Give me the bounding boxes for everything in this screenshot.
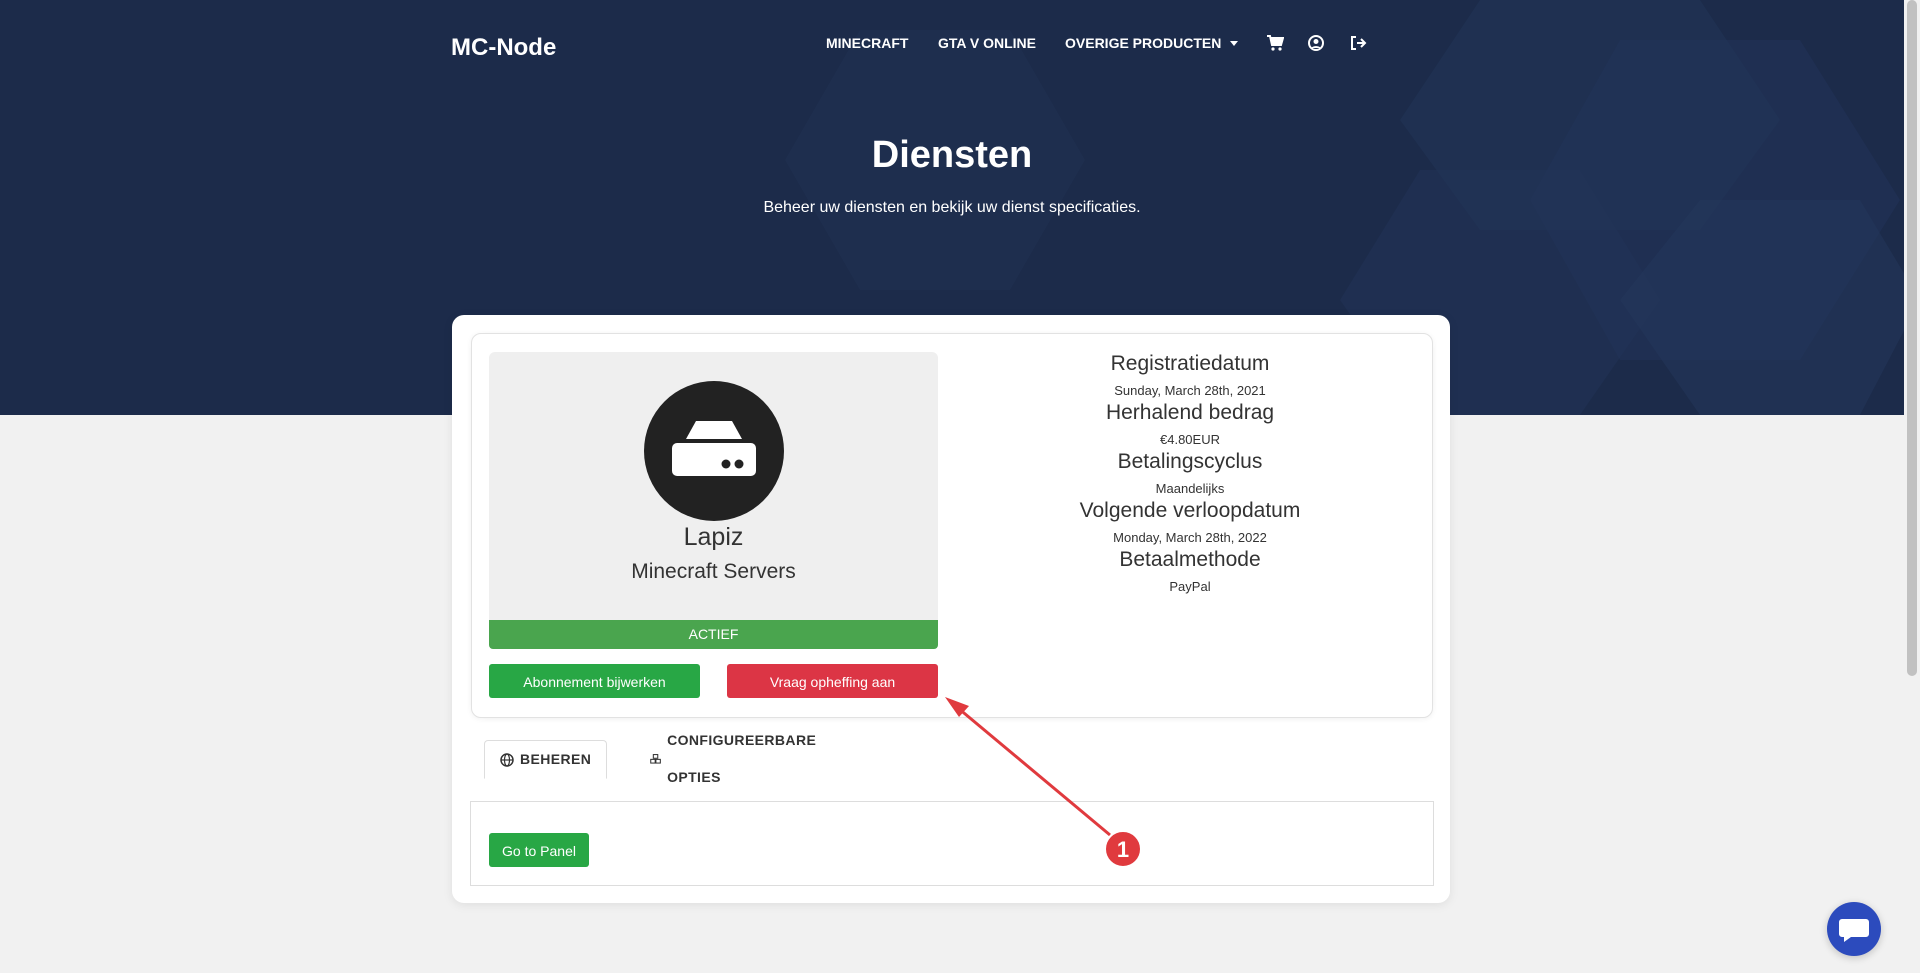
tab-panel-beheren <box>470 801 1434 886</box>
chat-widget-button[interactable] <box>1827 902 1881 956</box>
globe-icon <box>500 752 514 767</box>
tab-label: BEHEREN <box>520 751 592 767</box>
nav-label: OVERIGE PRODUCTEN <box>1065 35 1222 51</box>
detail-label: Betalingscyclus <box>1117 450 1263 473</box>
nav-gta-v-online[interactable]: GTA V ONLINE <box>938 35 1036 53</box>
tab-beheren[interactable]: BEHEREN <box>484 740 608 779</box>
nav-label: MINECRAFT <box>826 35 909 51</box>
tab-label: CONFIGUREERBARE OPTIES <box>667 731 817 785</box>
request-cancellation-button[interactable]: Vraag opheffing aan <box>727 664 938 698</box>
nav-overige-producten[interactable]: OVERIGE PRODUCTEN <box>1065 35 1238 53</box>
detail-value: Monday, March 28th, 2022 <box>1113 530 1267 545</box>
server-icon <box>672 421 756 476</box>
nav-minecraft[interactable]: MINECRAFT <box>826 35 908 53</box>
detail-value: Sunday, March 28th, 2021 <box>1114 383 1266 398</box>
detail-value: Maandelijks <box>1155 481 1225 496</box>
detail-value: PayPal <box>1169 579 1211 594</box>
scrollbar-thumb[interactable] <box>1907 0 1917 676</box>
brand-logo[interactable]: MC-Node <box>451 34 556 62</box>
user-icon[interactable] <box>1307 34 1325 52</box>
service-details: Registratiedatum Sunday, March 28th, 202… <box>1000 352 1380 594</box>
go-to-panel-button[interactable]: Go to Panel <box>489 833 589 867</box>
cart-icon[interactable] <box>1266 34 1284 52</box>
status-badge: ACTIEF <box>489 620 938 649</box>
page-title: Diensten <box>871 134 1033 176</box>
cubes-icon <box>650 753 661 764</box>
caret-down-icon <box>1229 41 1238 47</box>
tab-configureerbare-opties[interactable]: CONFIGUREERBARE OPTIES <box>650 732 820 785</box>
detail-label: Registratiedatum <box>1110 352 1270 375</box>
product-icon-circle <box>644 381 784 521</box>
detail-label: Betaalmethode <box>1119 548 1261 571</box>
chat-bubble-icon <box>1839 919 1869 942</box>
detail-label: Herhalend bedrag <box>1105 401 1275 424</box>
nav-label: GTA V ONLINE <box>938 35 1036 51</box>
product-name: Lapiz <box>683 523 744 551</box>
upgrade-subscription-button[interactable]: Abonnement bijwerken <box>489 664 700 698</box>
detail-value: €4.80EUR <box>1160 432 1220 447</box>
detail-label: Volgende verloopdatum <box>1079 499 1301 522</box>
page-subtitle: Beheer uw diensten en bekijk uw dienst s… <box>763 199 1141 216</box>
product-group: Minecraft Servers <box>631 560 796 583</box>
logout-icon[interactable] <box>1349 34 1367 52</box>
